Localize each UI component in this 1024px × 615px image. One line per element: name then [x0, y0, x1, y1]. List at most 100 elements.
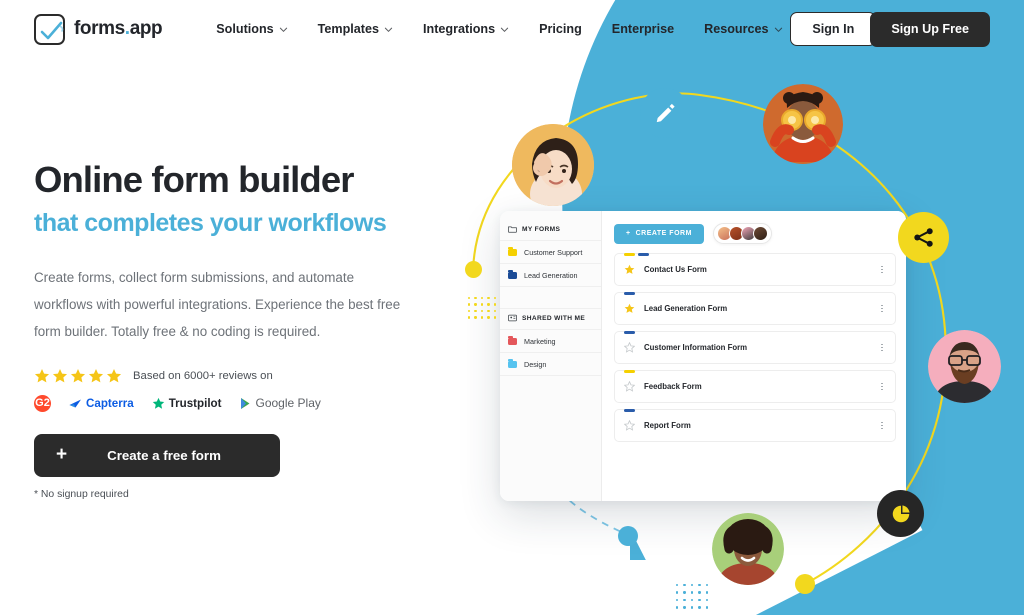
nav-item-enterprise[interactable]: Enterprise: [612, 22, 674, 36]
chevron-down-icon: [500, 27, 509, 32]
row-menu-icon[interactable]: [879, 303, 885, 315]
star-icon[interactable]: [624, 303, 635, 314]
create-form-label: CREATE FORM: [635, 230, 692, 237]
star-icon: [52, 368, 68, 382]
table-row[interactable]: Customer Information Form: [614, 330, 896, 364]
nav-item-integrations[interactable]: Integrations: [423, 22, 509, 36]
nav-item-templates[interactable]: Templates: [318, 22, 393, 36]
google-play-icon: [240, 397, 249, 409]
hero-section: Online form builder that completes your …: [34, 159, 454, 500]
app-main-panel: + CREATE FORM Contact Us Form Lead Gener…: [602, 211, 906, 501]
row-menu-icon[interactable]: [879, 264, 885, 276]
create-free-form-button[interactable]: + Create a free form: [34, 433, 280, 477]
page-title: Online form builder: [34, 159, 354, 200]
sidebar-item-lead-generation[interactable]: Lead Generation: [500, 263, 601, 286]
row-tags: [624, 408, 635, 412]
nav-item-solutions[interactable]: Solutions: [216, 22, 287, 36]
chevron-down-icon: [384, 27, 393, 32]
brand-google-play[interactable]: Google Play: [240, 396, 321, 410]
brand-capterra[interactable]: Capterra: [69, 397, 134, 410]
create-form-button[interactable]: + CREATE FORM: [614, 223, 704, 244]
collaborator-avatars[interactable]: [712, 223, 772, 244]
blue-dot-grid: [676, 584, 708, 609]
sidebar-divider: [500, 286, 601, 308]
brand-trustpilot[interactable]: Trustpilot: [152, 397, 222, 410]
pie-chart-icon: [892, 504, 910, 522]
sidebar-item-customer-support[interactable]: Customer Support: [500, 240, 601, 263]
sign-in-button[interactable]: Sign In: [790, 12, 877, 46]
row-menu-icon[interactable]: [879, 342, 885, 354]
row-menu-icon[interactable]: [879, 420, 885, 432]
sidebar-item-label: Design: [524, 359, 547, 369]
table-row[interactable]: Lead Generation Form: [614, 291, 896, 325]
share-badge[interactable]: [898, 212, 949, 263]
g2-icon: G2: [34, 394, 51, 412]
form-title: Contact Us Form: [644, 265, 707, 274]
row-tags: [624, 330, 635, 334]
logo[interactable]: forms.app: [34, 13, 163, 45]
sidebar-filler: [500, 375, 601, 501]
sidebar-section-my-forms: MY FORMS: [500, 220, 601, 240]
avatar: [752, 226, 768, 241]
star-outline-icon[interactable]: [624, 342, 635, 353]
top-navbar: forms.app Solutions Templates Integratio…: [0, 0, 1024, 58]
table-row[interactable]: Report Form: [614, 408, 896, 442]
sidebar-item-label: Lead Generation: [524, 270, 578, 280]
tag-blue: [624, 330, 635, 334]
nav-links: Solutions Templates Integrations Pricing…: [216, 22, 782, 36]
app-toolbar: + CREATE FORM: [614, 223, 896, 244]
star-icon: [34, 368, 50, 382]
nav-item-pricing[interactable]: Pricing: [539, 22, 582, 36]
form-title: Lead Generation Form: [644, 304, 728, 313]
brand-label: Capterra: [86, 396, 134, 410]
sidebar-item-label: Customer Support: [524, 247, 583, 257]
sign-up-free-button[interactable]: Sign Up Free: [870, 11, 990, 47]
page-subtitle: that completes your workflows: [34, 208, 387, 237]
nav-item-label: Integrations: [423, 22, 496, 36]
form-title: Report Form: [644, 421, 691, 430]
edit-pencil-badge[interactable]: [640, 88, 690, 138]
chevron-down-icon: [279, 27, 287, 32]
plus-icon: +: [56, 444, 68, 466]
avatar-woman-peach: [512, 124, 594, 206]
app-mockup: MY FORMS Customer Support Lead Generatio…: [500, 211, 906, 501]
star-icon[interactable]: [624, 264, 635, 275]
star-icon: [106, 368, 122, 382]
folder-icon: [508, 358, 517, 368]
cta-label: Create a free form: [107, 447, 221, 463]
star-outline-icon[interactable]: [624, 381, 635, 392]
trustpilot-star-icon: [152, 397, 164, 409]
row-tags: [624, 291, 635, 295]
table-row[interactable]: Contact Us Form: [614, 252, 896, 286]
folder-icon: [508, 269, 517, 279]
brand-g2[interactable]: G2: [34, 394, 51, 412]
capterra-icon: [69, 399, 81, 408]
logo-text-forms: forms: [74, 18, 125, 39]
brand-label: Google Play: [255, 396, 321, 411]
analytics-badge[interactable]: [877, 490, 924, 537]
row-menu-icon[interactable]: [879, 381, 885, 393]
row-tags: [624, 369, 635, 373]
plus-icon: +: [626, 230, 631, 237]
star-outline-icon[interactable]: [624, 420, 635, 431]
tag-blue: [638, 252, 649, 256]
star-rating: [34, 368, 122, 384]
share-icon: [914, 228, 933, 247]
pencil-icon: [656, 103, 675, 123]
cta-note: * No signup required: [34, 488, 129, 500]
chevron-down-icon: [774, 27, 782, 32]
folder-icon: [508, 226, 517, 233]
nav-item-label: Enterprise: [611, 22, 675, 36]
yellow-dot-small: [795, 574, 815, 594]
sidebar-item-marketing[interactable]: Marketing: [500, 329, 601, 352]
avatar-kid-orange: [763, 84, 843, 164]
background-white-bottom: [0, 560, 700, 615]
check-square-icon: [34, 13, 65, 45]
star-icon: [88, 368, 104, 382]
avatar-man-pink: [928, 330, 1001, 403]
sidebar-item-label: Marketing: [524, 336, 556, 346]
table-row[interactable]: Feedback Form: [614, 369, 896, 403]
sidebar-item-design[interactable]: Design: [500, 352, 601, 375]
folder-icon: [508, 335, 517, 345]
nav-item-resources[interactable]: Resources: [704, 22, 782, 36]
